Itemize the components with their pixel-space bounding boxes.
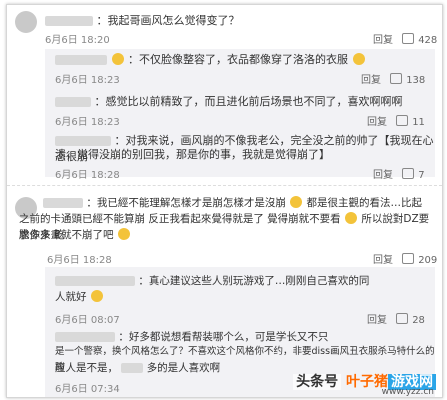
thumbs-up-icon bbox=[402, 253, 415, 264]
username-blurred[interactable] bbox=[55, 136, 111, 146]
username-blurred[interactable] bbox=[55, 276, 135, 286]
like-button[interactable]: 138 bbox=[390, 73, 426, 86]
reply-text-line1: ：真心建议这些人别玩游戏了…刚刚自己喜欢的同 bbox=[138, 275, 370, 287]
thumbs-up-icon bbox=[396, 115, 409, 126]
like-count: 209 bbox=[418, 255, 438, 266]
timestamp: 6月6日 07:34 bbox=[55, 384, 120, 395]
thumbs-up-icon bbox=[396, 313, 409, 324]
comment-text-line3: 脆你來畫就不崩了吧 bbox=[19, 229, 114, 241]
wink-emoji-icon bbox=[117, 228, 130, 240]
laugh-emoji-icon bbox=[352, 53, 365, 65]
reply-button[interactable]: 回复 bbox=[361, 75, 381, 86]
reply-text-line2: 溃，觉得没崩的别回我，那是你的事，我就是觉得崩了】 bbox=[55, 148, 330, 161]
smile-emoji-icon bbox=[345, 212, 358, 224]
like-button[interactable]: 428 bbox=[402, 33, 438, 46]
comment-panel: ：我起哥画风怎么觉得变了？ 6月6日 18:20 回复 428 ：不仅脸像整容了… bbox=[6, 4, 443, 398]
timestamp: 6月6日 18:20 bbox=[45, 35, 110, 46]
comment-text: ：我起哥画风怎么觉得变了？ bbox=[96, 14, 240, 27]
timestamp: 6月6日 18:23 bbox=[55, 117, 120, 128]
like-button[interactable]: 11 bbox=[396, 115, 425, 128]
reply-text: ：感觉比以前精致了，而且进化前后场景也不同了，喜欢啊啊啊 bbox=[94, 95, 403, 108]
timestamp: 6月6日 08:07 bbox=[55, 315, 120, 326]
reply-text-line3: 应人是不是， bbox=[55, 362, 118, 374]
like-count: 11 bbox=[412, 117, 425, 128]
username-blurred[interactable] bbox=[55, 55, 107, 65]
embarrassed-emoji-icon bbox=[290, 196, 303, 208]
username-blurred[interactable] bbox=[43, 198, 83, 208]
reply-text: ：不仅脸像整容了，衣品都像穿了洛洛的衣服 bbox=[128, 53, 348, 66]
like-button[interactable]: 7 bbox=[402, 168, 425, 181]
like-count: 138 bbox=[406, 75, 426, 86]
username-blurred[interactable] bbox=[55, 97, 91, 107]
reply-text-line2: 人就好 bbox=[55, 291, 87, 303]
avatar[interactable] bbox=[15, 11, 37, 33]
comment-text-line2: 之前的卡通頭已經不能算崩 反正我看起來覺得就是了 覺得崩就不要看 bbox=[19, 213, 341, 225]
reply-button[interactable]: 回复 bbox=[367, 315, 387, 326]
like-count: 428 bbox=[418, 35, 438, 46]
divider bbox=[7, 185, 442, 186]
watermark-url: www.yzz.cn bbox=[381, 387, 434, 397]
mention-blurred[interactable] bbox=[121, 363, 144, 373]
like-count: 28 bbox=[412, 315, 425, 326]
like-button[interactable]: 28 bbox=[396, 313, 425, 326]
timestamp: 6月6日 18:28 bbox=[55, 170, 120, 181]
username-blurred[interactable] bbox=[55, 332, 115, 342]
thumbs-up-icon bbox=[390, 73, 403, 84]
reply-text-line1: ：好多都说想看帮装哪个么，可是学长又不只 bbox=[118, 331, 329, 343]
timestamp: 6月6日 18:28 bbox=[47, 255, 112, 266]
like-count: 7 bbox=[418, 170, 425, 181]
comment-text-line1: ：我已經不能理解怎樣才是崩怎樣才是沒崩 bbox=[86, 197, 286, 209]
reply-button[interactable]: 回复 bbox=[373, 170, 393, 181]
timestamp: 6月6日 18:23 bbox=[55, 75, 120, 86]
laugh-emoji-icon bbox=[90, 290, 103, 302]
thumbs-up-icon bbox=[402, 33, 415, 44]
username-blurred[interactable] bbox=[45, 16, 93, 26]
watermark-head: 头条号 bbox=[293, 374, 342, 390]
thumbs-up-icon bbox=[402, 168, 415, 179]
reply-button[interactable]: 回复 bbox=[373, 255, 393, 266]
reply-button[interactable]: 回复 bbox=[367, 117, 387, 128]
like-button[interactable]: 209 bbox=[402, 253, 438, 266]
panda-emoji-icon bbox=[111, 53, 124, 65]
reply-button[interactable]: 回复 bbox=[373, 35, 393, 46]
